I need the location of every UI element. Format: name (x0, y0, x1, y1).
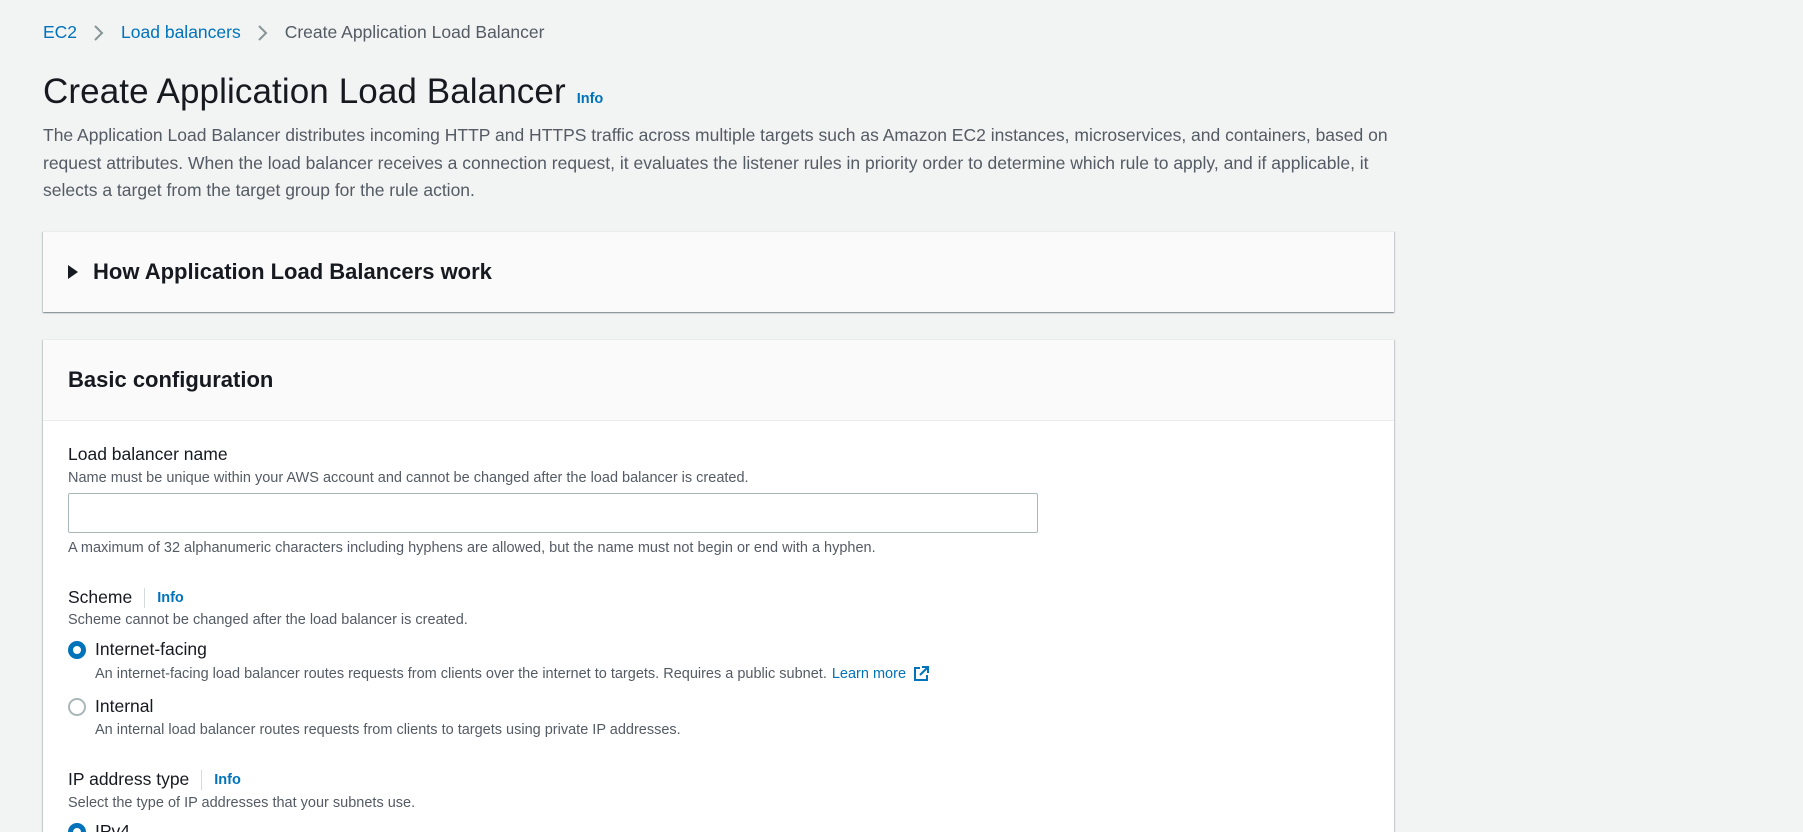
ip-type-description: Select the type of IP addresses that you… (68, 795, 416, 811)
scheme-internet-facing-label[interactable]: Internet-facing (95, 639, 207, 660)
ip-type-ipv4-radio[interactable] (68, 823, 86, 832)
scheme-label: Scheme (68, 587, 133, 607)
load-balancer-name-constraint: A maximum of 32 alphanumeric characters … (68, 540, 876, 556)
scheme-internet-facing-radio[interactable] (68, 641, 86, 659)
internet-facing-description-text: An internet-facing load balancer routes … (95, 666, 827, 682)
ip-type-info-link[interactable]: Info (201, 769, 241, 790)
scheme-info-link[interactable]: Info (144, 587, 184, 608)
learn-more-link[interactable]: Learn more (832, 665, 930, 683)
load-balancer-name-input[interactable] (68, 493, 1038, 533)
scheme-internal-radio[interactable] (68, 698, 86, 716)
basic-configuration-header: Basic configuration (43, 340, 1394, 421)
breadcrumb-current: Create Application Load Balancer (284, 22, 545, 42)
chevron-right-icon (85, 24, 113, 42)
breadcrumb-ec2[interactable]: EC2 (43, 22, 77, 43)
load-balancer-name-description: Name must be unique within your AWS acco… (68, 470, 749, 486)
basic-configuration-panel: Basic configuration Load balancer name N… (43, 339, 1394, 832)
ip-type-ipv4-label[interactable]: IPv4 (95, 821, 130, 832)
scheme-internet-facing-description: An internet-facing load balancer routes … (95, 665, 930, 683)
caret-right-icon (68, 265, 78, 279)
breadcrumb-load-balancers[interactable]: Load balancers (121, 22, 241, 43)
breadcrumb: EC2 Load balancers Create Application Lo… (43, 22, 544, 43)
page-header: Create Application Load Balancer Info (43, 72, 603, 112)
page-info-link[interactable]: Info (577, 91, 604, 107)
scheme-internal-description: An internal load balancer routes request… (95, 722, 681, 738)
page-description: The Application Load Balancer distribute… (43, 125, 1388, 200)
page-title: Create Application Load Balancer (43, 72, 566, 111)
ip-type-label: IP address type (68, 769, 190, 789)
learn-more-label[interactable]: Learn more (832, 666, 906, 682)
how-it-works-expander[interactable]: How Application Load Balancers work (43, 231, 1394, 312)
chevron-right-icon (249, 24, 277, 42)
ip-type-label-row: IP address type Info (68, 769, 241, 790)
scheme-internal-label[interactable]: Internal (95, 696, 153, 717)
basic-configuration-title: Basic configuration (68, 367, 274, 392)
scheme-label-row: Scheme Info (68, 587, 184, 608)
expander-title[interactable]: How Application Load Balancers work (93, 259, 492, 285)
external-link-icon (914, 666, 930, 681)
load-balancer-name-label: Load balancer name (68, 444, 228, 464)
scheme-description: Scheme cannot be changed after the load … (68, 612, 468, 628)
